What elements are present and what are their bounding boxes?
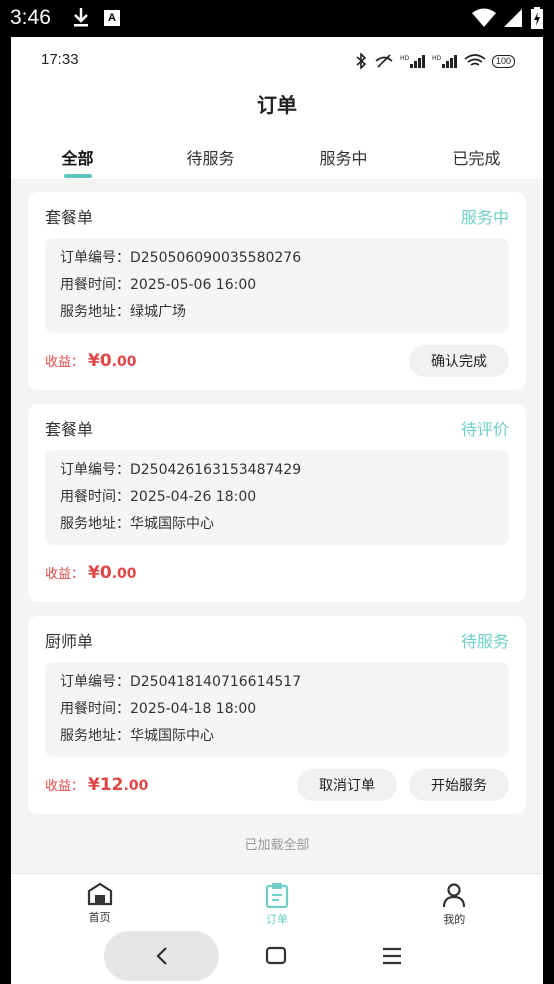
tab-label: 服务中 xyxy=(319,149,368,168)
wifi-icon xyxy=(464,54,486,66)
order-card[interactable]: 厨师单 待服务 订单编号：D250418140716614517 用餐时间：20… xyxy=(28,616,526,814)
square-icon xyxy=(265,946,287,965)
income: 收益： ¥12.00 xyxy=(45,775,148,795)
signal-icon xyxy=(504,9,522,27)
order-status: 服务中 xyxy=(460,208,509,227)
meal-time: 用餐时间：2025-04-18 18:00 xyxy=(60,701,257,717)
tab-label: 全部 xyxy=(61,149,94,168)
a-badge-icon: A xyxy=(104,10,120,26)
menu-button[interactable] xyxy=(381,946,403,970)
home-icon xyxy=(87,882,112,906)
tab-label: 待服务 xyxy=(186,149,235,168)
system-status-bar: 3:46 A xyxy=(0,0,554,37)
header: 17:33 HD HD 100 订单 全部 待服务 服务中 已完成 xyxy=(11,37,543,179)
order-info: 订单编号：D250426163153487429 用餐时间：2025-04-26… xyxy=(45,450,509,545)
profile-icon xyxy=(443,883,466,908)
signal-hd-icon: HD xyxy=(432,55,457,68)
download-icon xyxy=(72,6,90,32)
tabbar-label: 订单 xyxy=(265,913,288,926)
service-address: 服务地址：华城国际中心 xyxy=(60,516,214,532)
service-address: 服务地址：绿城广场 xyxy=(60,304,186,320)
income: 收益： ¥0.00 xyxy=(45,351,137,371)
tabbar-orders[interactable]: 订单 xyxy=(188,874,365,931)
svg-text:HD: HD xyxy=(432,55,442,62)
back-chevron-icon xyxy=(155,947,167,965)
order-icon xyxy=(265,883,289,908)
income-decimal: .00 xyxy=(111,566,137,582)
system-time: 3:46 xyxy=(10,6,51,29)
income-amount: ¥0 xyxy=(88,351,112,371)
income-decimal: .00 xyxy=(111,354,137,370)
active-tab-indicator xyxy=(63,174,92,178)
app-status-row: 17:33 HD HD 100 xyxy=(11,49,543,73)
order-info: 订单编号：D250418140716614517 用餐时间：2025-04-18… xyxy=(45,662,509,757)
order-status: 待服务 xyxy=(460,632,509,651)
tab-pending-service[interactable]: 待服务 xyxy=(144,141,277,179)
tabbar-label: 首页 xyxy=(88,911,111,924)
wifi-icon xyxy=(472,8,496,27)
mute-icon xyxy=(375,54,393,68)
app-frame: 17:33 HD HD 100 订单 全部 待服务 服务中 已完成 套餐单 服务… xyxy=(11,37,543,984)
order-list: 套餐单 服务中 订单编号：D250506090035580276 用餐时间：20… xyxy=(28,192,526,853)
income-label: 收益： xyxy=(45,567,85,582)
bluetooth-icon xyxy=(356,53,367,69)
income-label: 收益： xyxy=(45,355,85,370)
income-label: 收益： xyxy=(45,779,85,794)
order-number: 订单编号：D250426163153487429 xyxy=(60,462,302,478)
tab-in-service[interactable]: 服务中 xyxy=(277,141,410,179)
back-button[interactable] xyxy=(104,931,219,981)
loaded-all-text: 已加载全部 xyxy=(244,838,310,853)
meal-time: 用餐时间：2025-05-06 16:00 xyxy=(60,277,257,293)
cancel-order-button[interactable]: 取消订单 xyxy=(297,769,397,801)
order-tabs: 全部 待服务 服务中 已完成 xyxy=(11,141,543,179)
service-address: 服务地址：华城国际中心 xyxy=(60,728,214,744)
meal-time: 用餐时间：2025-04-26 18:00 xyxy=(60,489,257,505)
signal-hd-icon: HD xyxy=(400,55,425,68)
system-nav-bar xyxy=(11,931,543,984)
tabbar-profile[interactable]: 我的 xyxy=(366,874,543,931)
home-button[interactable] xyxy=(265,946,287,970)
order-number: 订单编号：D250418140716614517 xyxy=(60,674,302,690)
order-number: 订单编号：D250506090035580276 xyxy=(60,250,302,266)
order-type: 厨师单 xyxy=(45,632,94,651)
battery-charging-icon xyxy=(531,7,543,29)
income-amount: ¥0 xyxy=(88,563,112,583)
page-title: 订单 xyxy=(257,93,297,117)
start-service-button[interactable]: 开始服务 xyxy=(409,769,509,801)
order-card[interactable]: 套餐单 服务中 订单编号：D250506090035580276 用餐时间：20… xyxy=(28,192,526,390)
order-info: 订单编号：D250506090035580276 用餐时间：2025-05-06… xyxy=(45,238,509,333)
income: 收益： ¥0.00 xyxy=(45,563,137,583)
bottom-tab-bar: 首页 订单 我的 xyxy=(11,873,543,931)
status-time: 17:33 xyxy=(41,51,79,68)
tabbar-label: 我的 xyxy=(443,913,466,926)
order-card[interactable]: 套餐单 待评价 订单编号：D250426163153487429 用餐时间：20… xyxy=(28,404,526,602)
battery-icon: 100 xyxy=(491,54,515,68)
tab-label: 已完成 xyxy=(452,149,501,168)
income-decimal: .00 xyxy=(123,778,149,794)
menu-icon xyxy=(383,947,401,965)
confirm-complete-button[interactable]: 确认完成 xyxy=(409,345,509,377)
order-status: 待评价 xyxy=(460,420,509,439)
income-amount: ¥12 xyxy=(88,775,124,795)
svg-text:HD: HD xyxy=(400,55,410,62)
tab-all[interactable]: 全部 xyxy=(11,141,144,179)
tabbar-home[interactable]: 首页 xyxy=(11,874,188,931)
order-type: 套餐单 xyxy=(45,208,94,227)
tab-completed[interactable]: 已完成 xyxy=(410,141,543,179)
order-type: 套餐单 xyxy=(45,420,94,439)
